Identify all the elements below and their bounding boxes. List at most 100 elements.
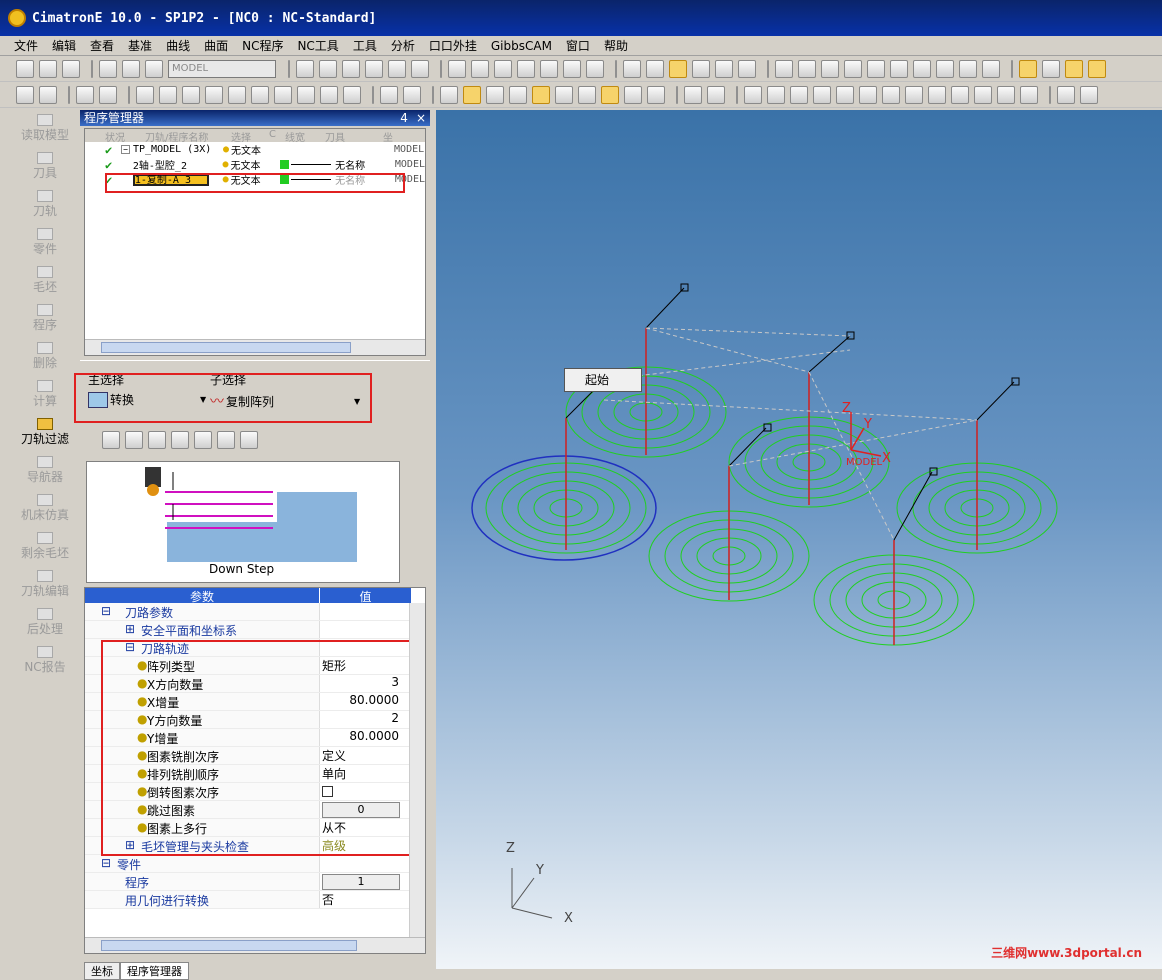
point-icon[interactable] (1020, 85, 1038, 104)
collapse-icon[interactable]: ⊟ (101, 604, 111, 618)
view-all-icon[interactable] (623, 59, 641, 78)
save-icon[interactable] (62, 59, 80, 78)
simulate-icon[interactable] (440, 85, 458, 104)
arc-icon[interactable] (813, 85, 831, 104)
menu-plugin[interactable]: 口口外挂 (429, 37, 477, 54)
param-row[interactable]: 程序 1 (85, 873, 425, 891)
menu-file[interactable]: 文件 (14, 37, 38, 54)
sidebar-item-toolpath-edit[interactable]: 刀轨编辑 (12, 570, 78, 604)
check-params-icon[interactable] (240, 431, 258, 449)
tool-info-icon[interactable] (578, 85, 596, 104)
arrow-left-icon[interactable] (844, 59, 862, 78)
sidebar-item-machine-sim[interactable]: 机床仿真 (12, 494, 78, 528)
expand-icon[interactable] (102, 431, 120, 449)
sidebar-item-navigator[interactable]: 导航器 (12, 456, 78, 490)
circle-icon[interactable] (790, 85, 808, 104)
tree-icon[interactable] (647, 85, 665, 104)
zoom-in-icon[interactable] (319, 59, 337, 78)
menu-curve[interactable]: 曲线 (166, 37, 190, 54)
selection-mode-icon[interactable] (76, 85, 94, 104)
view-right-icon[interactable] (540, 59, 558, 78)
view-left-icon[interactable] (517, 59, 535, 78)
close-icon[interactable]: × (416, 111, 426, 125)
info-icon[interactable] (555, 85, 573, 104)
menu-help[interactable]: 帮助 (604, 37, 628, 54)
wireframe-mode-icon[interactable] (692, 59, 710, 78)
view-top-icon[interactable] (563, 59, 581, 78)
trim-icon[interactable] (882, 85, 900, 104)
menu-surface[interactable]: 曲面 (204, 37, 228, 54)
magnify-icon[interactable] (365, 59, 383, 78)
line-icon[interactable] (744, 85, 762, 104)
horizontal-scrollbar[interactable] (85, 339, 425, 355)
tab-coordinate[interactable]: 坐标 (84, 962, 120, 980)
extend-icon[interactable] (905, 85, 923, 104)
menu-window[interactable]: 窗口 (566, 37, 590, 54)
collapse-icon[interactable]: ⊟ (101, 856, 111, 870)
wave-icon[interactable] (707, 85, 725, 104)
grid-icon[interactable] (890, 59, 908, 78)
render-dropdown-icon[interactable] (738, 59, 756, 78)
print-icon[interactable] (646, 59, 664, 78)
model-combo[interactable]: MODEL (168, 59, 276, 78)
light-off-icon[interactable] (775, 59, 793, 78)
surface-select-icon[interactable] (159, 85, 177, 104)
sidebar-item-compute[interactable]: 计算 (12, 380, 78, 414)
polyline-icon[interactable] (767, 85, 785, 104)
arrow-right-icon[interactable] (867, 59, 885, 78)
delete-select-icon[interactable] (39, 85, 57, 104)
menu-nc-program[interactable]: NC程序 (242, 37, 283, 54)
tool-params-icon[interactable] (217, 431, 235, 449)
menu-edit[interactable]: 编辑 (52, 37, 76, 54)
undo-icon[interactable] (99, 59, 117, 78)
feature-icon[interactable] (982, 59, 1000, 78)
tool-path-icon[interactable] (380, 85, 398, 104)
view-iso-icon[interactable] (448, 59, 466, 78)
new-file-icon[interactable] (16, 59, 34, 78)
open-file-icon[interactable] (39, 59, 57, 78)
sidebar-item-toolpath-filter[interactable]: 刀轨过滤 (12, 418, 78, 452)
param-row[interactable]: ⊞ 安全平面和坐标系 (85, 621, 425, 639)
menu-analysis[interactable]: 分析 (391, 37, 415, 54)
redo-icon[interactable] (122, 59, 140, 78)
menu-datum[interactable]: 基准 (128, 37, 152, 54)
nc-view-icon[interactable] (1042, 59, 1060, 78)
loop-select-icon[interactable] (320, 85, 338, 104)
sidebar-item-read-model[interactable]: 读取模型 (12, 114, 78, 148)
sidebar-item-post-process[interactable]: 后处理 (12, 608, 78, 642)
menu-tools[interactable]: 工具 (353, 37, 377, 54)
tree-row[interactable]: ✔ − TP_MODEL (3X) ● 无文本 MODEL (85, 142, 425, 158)
param-row[interactable]: 用几何进行转换否 (85, 891, 425, 909)
shaded-mode-icon[interactable] (669, 59, 687, 78)
hidden-line-icon[interactable] (715, 59, 733, 78)
view-bottom-icon[interactable] (586, 59, 604, 78)
sidebar-item-nc-report[interactable]: NC报告 (12, 646, 78, 680)
view-back-icon[interactable] (494, 59, 512, 78)
program-manager-icon[interactable] (463, 85, 481, 104)
tree-row[interactable]: ✔ 2轴-型腔_2 ● 无文本 无名称 MODEL (85, 157, 425, 173)
sidebar-item-program[interactable]: 程序 (12, 304, 78, 338)
view-front-icon[interactable] (471, 59, 489, 78)
machine-icon[interactable] (403, 85, 421, 104)
contour-select-icon[interactable] (297, 85, 315, 104)
angle-icon[interactable] (951, 85, 969, 104)
menu-nc-tools[interactable]: NC工具 (297, 37, 338, 54)
zoom-window-icon[interactable] (296, 59, 314, 78)
pin-icon[interactable]: 4 (400, 111, 408, 125)
swap-icon[interactable] (343, 85, 361, 104)
xyz-coord-icon[interactable] (997, 85, 1015, 104)
select-filter-icon[interactable] (16, 85, 34, 104)
nc-setup-icon[interactable] (1088, 59, 1106, 78)
measure-icon[interactable] (913, 59, 931, 78)
offset-icon[interactable] (859, 85, 877, 104)
toolpath-canvas[interactable]: Z Y X MODEL Z Y X (436, 110, 1162, 969)
param-row[interactable]: ⊟ 零件 (85, 855, 425, 873)
ucs-icon[interactable] (1080, 85, 1098, 104)
box-icon[interactable] (974, 85, 992, 104)
plane-icon[interactable] (836, 85, 854, 104)
edge-select-icon[interactable] (205, 85, 223, 104)
pick-mode-icon[interactable] (99, 85, 117, 104)
stock-icon[interactable] (624, 85, 642, 104)
list-view-icon[interactable] (486, 85, 504, 104)
pan-icon[interactable] (388, 59, 406, 78)
